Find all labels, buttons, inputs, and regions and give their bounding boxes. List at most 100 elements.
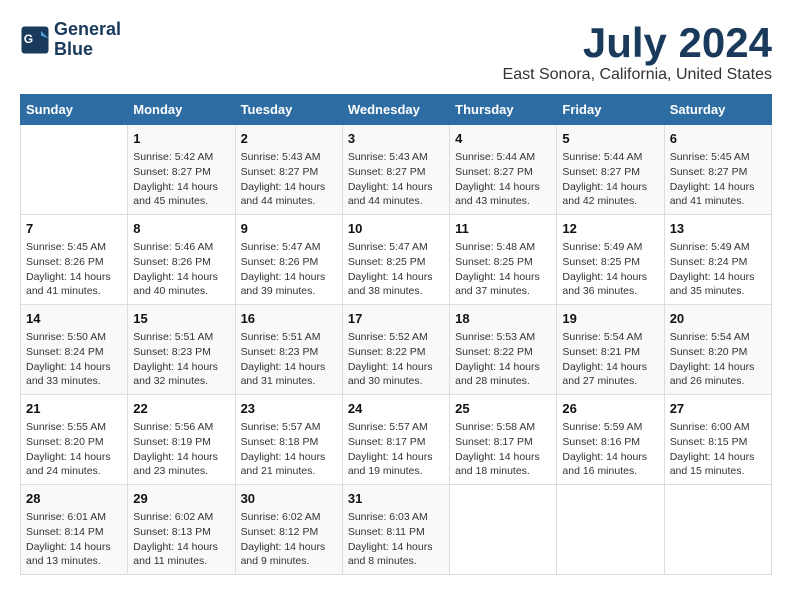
calendar-cell: 3 Sunrise: 5:43 AM Sunset: 8:27 PM Daylig… bbox=[342, 125, 449, 215]
day-number: 14 bbox=[26, 310, 122, 328]
day-info: Sunrise: 5:47 AM Sunset: 8:25 PM Dayligh… bbox=[348, 240, 444, 299]
day-info: Sunrise: 5:52 AM Sunset: 8:22 PM Dayligh… bbox=[348, 330, 444, 389]
calendar-cell: 27Sunrise: 6:00 AM Sunset: 8:15 PM Dayli… bbox=[664, 395, 771, 485]
day-info: Sunrise: 5:59 AM Sunset: 8:16 PM Dayligh… bbox=[562, 420, 658, 479]
logo-line2: Blue bbox=[54, 40, 121, 60]
day-info: Sunrise: 5:54 AM Sunset: 8:21 PM Dayligh… bbox=[562, 330, 658, 389]
day-number: 8 bbox=[133, 220, 229, 238]
calendar-cell: 23 Sunrise: 5:57 AM Sunset: 8:18 PM Dayli… bbox=[235, 395, 342, 485]
day-number: 29 bbox=[133, 490, 229, 508]
calendar-cell: 15Sunrise: 5:51 AM Sunset: 8:23 PM Dayli… bbox=[128, 305, 235, 395]
calendar-cell: 18 Sunrise: 5:53 AM Sunset: 8:22 PM Dayli… bbox=[450, 305, 557, 395]
day-number: 10 bbox=[348, 220, 444, 238]
calendar-cell: 11 Sunrise: 5:48 AM Sunset: 8:25 PM Dayli… bbox=[450, 215, 557, 305]
logo-icon: G bbox=[20, 25, 50, 55]
calendar-week-row: 28Sunrise: 6:01 AM Sunset: 8:14 PM Dayli… bbox=[21, 484, 772, 574]
calendar-cell: 2 Sunrise: 5:43 AM Sunset: 8:27 PM Daylig… bbox=[235, 125, 342, 215]
day-info: Sunrise: 6:00 AM Sunset: 8:15 PM Dayligh… bbox=[670, 420, 766, 479]
day-info: Sunrise: 5:47 AM Sunset: 8:26 PM Dayligh… bbox=[241, 240, 337, 299]
header-day-friday: Friday bbox=[557, 95, 664, 125]
day-info: Sunrise: 5:50 AM Sunset: 8:24 PM Dayligh… bbox=[26, 330, 122, 389]
title-area: July 2024 East Sonora, California, Unite… bbox=[503, 20, 772, 84]
calendar-cell: 22 Sunrise: 5:56 AM Sunset: 8:19 PM Dayli… bbox=[128, 395, 235, 485]
day-info: Sunrise: 5:48 AM Sunset: 8:25 PM Dayligh… bbox=[455, 240, 551, 299]
day-number: 1 bbox=[133, 130, 229, 148]
svg-text:G: G bbox=[24, 32, 33, 46]
day-number: 19 bbox=[562, 310, 658, 328]
day-number: 16 bbox=[241, 310, 337, 328]
calendar-cell bbox=[664, 484, 771, 574]
day-number: 30 bbox=[241, 490, 337, 508]
day-info: Sunrise: 5:49 AM Sunset: 8:24 PM Dayligh… bbox=[670, 240, 766, 299]
day-number: 20 bbox=[670, 310, 766, 328]
calendar-cell: 14 Sunrise: 5:50 AM Sunset: 8:24 PM Dayli… bbox=[21, 305, 128, 395]
calendar-cell: 26 Sunrise: 5:59 AM Sunset: 8:16 PM Dayli… bbox=[557, 395, 664, 485]
header-day-saturday: Saturday bbox=[664, 95, 771, 125]
main-title: July 2024 bbox=[503, 20, 772, 66]
day-number: 9 bbox=[241, 220, 337, 238]
header-day-tuesday: Tuesday bbox=[235, 95, 342, 125]
day-number: 4 bbox=[455, 130, 551, 148]
day-info: Sunrise: 6:02 AM Sunset: 8:13 PM Dayligh… bbox=[133, 510, 229, 569]
calendar-week-row: 1 Sunrise: 5:42 AM Sunset: 8:27 PM Daylig… bbox=[21, 125, 772, 215]
day-number: 23 bbox=[241, 400, 337, 418]
day-number: 18 bbox=[455, 310, 551, 328]
calendar-cell: 12 Sunrise: 5:49 AM Sunset: 8:25 PM Dayli… bbox=[557, 215, 664, 305]
day-number: 22 bbox=[133, 400, 229, 418]
calendar-cell: 1 Sunrise: 5:42 AM Sunset: 8:27 PM Daylig… bbox=[128, 125, 235, 215]
day-number: 12 bbox=[562, 220, 658, 238]
day-number: 5 bbox=[562, 130, 658, 148]
calendar-cell: 17Sunrise: 5:52 AM Sunset: 8:22 PM Dayli… bbox=[342, 305, 449, 395]
day-number: 13 bbox=[670, 220, 766, 238]
calendar-cell: 21Sunrise: 5:55 AM Sunset: 8:20 PM Dayli… bbox=[21, 395, 128, 485]
day-info: Sunrise: 5:45 AM Sunset: 8:27 PM Dayligh… bbox=[670, 150, 766, 209]
day-number: 7 bbox=[26, 220, 122, 238]
calendar-cell: 9 Sunrise: 5:47 AM Sunset: 8:26 PM Daylig… bbox=[235, 215, 342, 305]
calendar-table: SundayMondayTuesdayWednesdayThursdayFrid… bbox=[20, 94, 772, 575]
day-info: Sunrise: 5:45 AM Sunset: 8:26 PM Dayligh… bbox=[26, 240, 122, 299]
calendar-cell: 24 Sunrise: 5:57 AM Sunset: 8:17 PM Dayli… bbox=[342, 395, 449, 485]
header-day-wednesday: Wednesday bbox=[342, 95, 449, 125]
header-day-monday: Monday bbox=[128, 95, 235, 125]
day-info: Sunrise: 5:44 AM Sunset: 8:27 PM Dayligh… bbox=[562, 150, 658, 209]
header-day-sunday: Sunday bbox=[21, 95, 128, 125]
day-info: Sunrise: 5:49 AM Sunset: 8:25 PM Dayligh… bbox=[562, 240, 658, 299]
day-number: 26 bbox=[562, 400, 658, 418]
calendar-cell: 10 Sunrise: 5:47 AM Sunset: 8:25 PM Dayli… bbox=[342, 215, 449, 305]
calendar-cell: 13 Sunrise: 5:49 AM Sunset: 8:24 PM Dayli… bbox=[664, 215, 771, 305]
day-number: 25 bbox=[455, 400, 551, 418]
calendar-cell: 5 Sunrise: 5:44 AM Sunset: 8:27 PM Daylig… bbox=[557, 125, 664, 215]
day-info: Sunrise: 5:57 AM Sunset: 8:18 PM Dayligh… bbox=[241, 420, 337, 479]
day-number: 11 bbox=[455, 220, 551, 238]
calendar-cell bbox=[21, 125, 128, 215]
calendar-cell: 29 Sunrise: 6:02 AM Sunset: 8:13 PM Dayli… bbox=[128, 484, 235, 574]
logo-text: General Blue bbox=[54, 20, 121, 60]
day-info: Sunrise: 5:58 AM Sunset: 8:17 PM Dayligh… bbox=[455, 420, 551, 479]
day-info: Sunrise: 5:55 AM Sunset: 8:20 PM Dayligh… bbox=[26, 420, 122, 479]
day-info: Sunrise: 5:53 AM Sunset: 8:22 PM Dayligh… bbox=[455, 330, 551, 389]
page-header: G General Blue July 2024 East Sonora, Ca… bbox=[20, 20, 772, 84]
day-number: 31 bbox=[348, 490, 444, 508]
day-info: Sunrise: 5:57 AM Sunset: 8:17 PM Dayligh… bbox=[348, 420, 444, 479]
day-number: 24 bbox=[348, 400, 444, 418]
day-info: Sunrise: 5:51 AM Sunset: 8:23 PM Dayligh… bbox=[133, 330, 229, 389]
header-day-thursday: Thursday bbox=[450, 95, 557, 125]
day-info: Sunrise: 5:54 AM Sunset: 8:20 PM Dayligh… bbox=[670, 330, 766, 389]
calendar-cell: 30Sunrise: 6:02 AM Sunset: 8:12 PM Dayli… bbox=[235, 484, 342, 574]
calendar-cell: 31 Sunrise: 6:03 AM Sunset: 8:11 PM Dayli… bbox=[342, 484, 449, 574]
day-info: Sunrise: 5:43 AM Sunset: 8:27 PM Dayligh… bbox=[241, 150, 337, 209]
day-info: Sunrise: 5:42 AM Sunset: 8:27 PM Dayligh… bbox=[133, 150, 229, 209]
calendar-header-row: SundayMondayTuesdayWednesdayThursdayFrid… bbox=[21, 95, 772, 125]
calendar-week-row: 21Sunrise: 5:55 AM Sunset: 8:20 PM Dayli… bbox=[21, 395, 772, 485]
calendar-cell: 28Sunrise: 6:01 AM Sunset: 8:14 PM Dayli… bbox=[21, 484, 128, 574]
day-info: Sunrise: 5:56 AM Sunset: 8:19 PM Dayligh… bbox=[133, 420, 229, 479]
calendar-cell bbox=[450, 484, 557, 574]
day-number: 28 bbox=[26, 490, 122, 508]
day-number: 3 bbox=[348, 130, 444, 148]
calendar-cell: 25 Sunrise: 5:58 AM Sunset: 8:17 PM Dayli… bbox=[450, 395, 557, 485]
day-info: Sunrise: 5:43 AM Sunset: 8:27 PM Dayligh… bbox=[348, 150, 444, 209]
day-info: Sunrise: 5:46 AM Sunset: 8:26 PM Dayligh… bbox=[133, 240, 229, 299]
day-info: Sunrise: 6:03 AM Sunset: 8:11 PM Dayligh… bbox=[348, 510, 444, 569]
subtitle: East Sonora, California, United States bbox=[503, 66, 772, 84]
day-number: 2 bbox=[241, 130, 337, 148]
